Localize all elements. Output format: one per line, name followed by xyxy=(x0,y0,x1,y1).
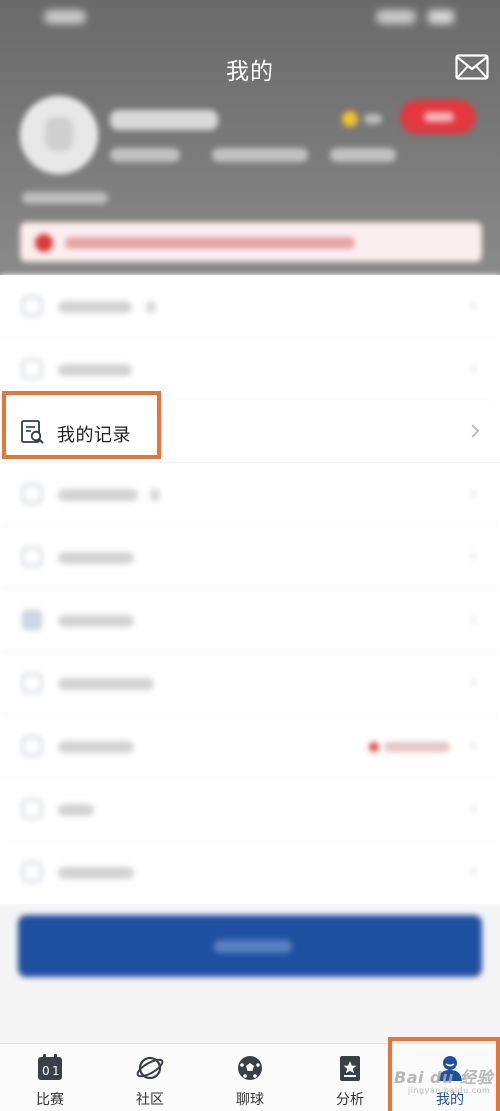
tab-label: 分析 xyxy=(336,1092,364,1108)
tab-label: 聊球 xyxy=(236,1092,264,1108)
tab-chat-ball[interactable]: 聊球 xyxy=(200,1044,300,1111)
menu-item[interactable]: › xyxy=(0,338,500,401)
menu-item-label xyxy=(58,552,134,564)
logout-button[interactable] xyxy=(18,915,482,977)
menu-item-label xyxy=(58,301,132,313)
menu-item[interactable]: › xyxy=(0,778,500,841)
chevron-right-icon: › xyxy=(470,295,478,316)
tab-analysis[interactable]: 分析 xyxy=(300,1044,400,1111)
menu-item-icon xyxy=(22,296,42,316)
status-time xyxy=(44,10,86,24)
tab-label: 社区 xyxy=(136,1092,164,1108)
menu-item-label xyxy=(58,615,134,627)
menu-item-label xyxy=(58,678,154,690)
alert-icon xyxy=(35,234,53,252)
star-document-icon xyxy=(340,1056,360,1081)
record-search-icon xyxy=(21,420,44,444)
chevron-right-icon: › xyxy=(470,672,478,693)
svg-text:0: 0 xyxy=(42,1064,50,1078)
menu-item-icon xyxy=(22,484,42,504)
svg-text:1: 1 xyxy=(52,1064,60,1078)
menu-item-icon xyxy=(22,547,42,567)
stat-fans xyxy=(330,148,396,162)
menu-item[interactable]: › xyxy=(0,275,500,338)
watermark: Bai du 经验 jingyan.baidu.com xyxy=(394,1064,493,1095)
chevron-right-icon: › xyxy=(470,483,478,504)
scoreboard-icon: 0 1 xyxy=(38,1054,62,1080)
soccer-ball-icon xyxy=(238,1056,262,1080)
menu-item[interactable]: › xyxy=(0,463,500,526)
menu-item-icon xyxy=(22,673,42,693)
mail-icon[interactable] xyxy=(455,54,489,80)
menu-item-icon xyxy=(22,359,42,379)
notice-banner[interactable] xyxy=(20,222,482,262)
menu-item-label xyxy=(58,489,138,501)
status-indicators xyxy=(376,10,416,24)
notice-text xyxy=(65,237,355,249)
menu-item-icon xyxy=(22,862,42,882)
tab-matches[interactable]: 0 1 比赛 xyxy=(0,1044,100,1111)
watermark-brand: Bai du 经验 xyxy=(394,1068,493,1087)
menu-item-label xyxy=(58,867,134,879)
tab-label: 比赛 xyxy=(36,1092,64,1108)
chevron-right-icon: › xyxy=(470,609,478,630)
coin-icon xyxy=(342,110,384,128)
menu-item[interactable]: › xyxy=(0,841,500,904)
menu-item-my-records[interactable]: 我的记录 xyxy=(0,401,500,463)
tab-community[interactable]: 社区 xyxy=(100,1044,200,1111)
menu-item-icon xyxy=(22,610,42,630)
menu-list: › › xyxy=(0,275,500,401)
chevron-right-icon: › xyxy=(470,546,478,567)
chevron-right-icon: › xyxy=(470,358,478,379)
planet-icon xyxy=(136,1056,164,1080)
menu-list-continued: › › › › › › › xyxy=(0,463,500,904)
menu-item[interactable]: › xyxy=(0,652,500,715)
new-badge-dot xyxy=(369,742,379,752)
new-badge-text xyxy=(384,742,450,752)
stat-level xyxy=(110,148,180,162)
menu-item[interactable]: › xyxy=(0,526,500,589)
stat-followers xyxy=(212,148,308,162)
signin-button[interactable] xyxy=(400,100,476,134)
chevron-right-icon: › xyxy=(470,735,478,756)
menu-item-label xyxy=(58,741,134,753)
page-title: 我的 xyxy=(226,59,274,85)
status-bar xyxy=(0,0,500,36)
profile-subtitle xyxy=(22,192,108,204)
profile-header: 我的 xyxy=(0,0,500,275)
chevron-right-icon: › xyxy=(470,798,478,819)
menu-item-count xyxy=(146,301,156,313)
chevron-right-icon xyxy=(471,424,480,438)
battery-icon xyxy=(428,10,454,24)
username xyxy=(110,110,218,130)
chevron-right-icon: › xyxy=(470,861,478,882)
menu-item-label xyxy=(58,804,94,816)
menu-item-icon xyxy=(22,799,42,819)
menu-item[interactable]: › xyxy=(0,589,500,652)
menu-item-label xyxy=(58,364,132,376)
menu-item-count xyxy=(150,489,160,501)
menu-item-label: 我的记录 xyxy=(57,425,131,446)
watermark-url: jingyan.baidu.com xyxy=(408,1086,491,1095)
menu-item-icon xyxy=(22,736,42,756)
logout-label xyxy=(214,940,292,953)
menu-item[interactable]: › xyxy=(0,715,500,778)
avatar[interactable] xyxy=(20,96,98,174)
